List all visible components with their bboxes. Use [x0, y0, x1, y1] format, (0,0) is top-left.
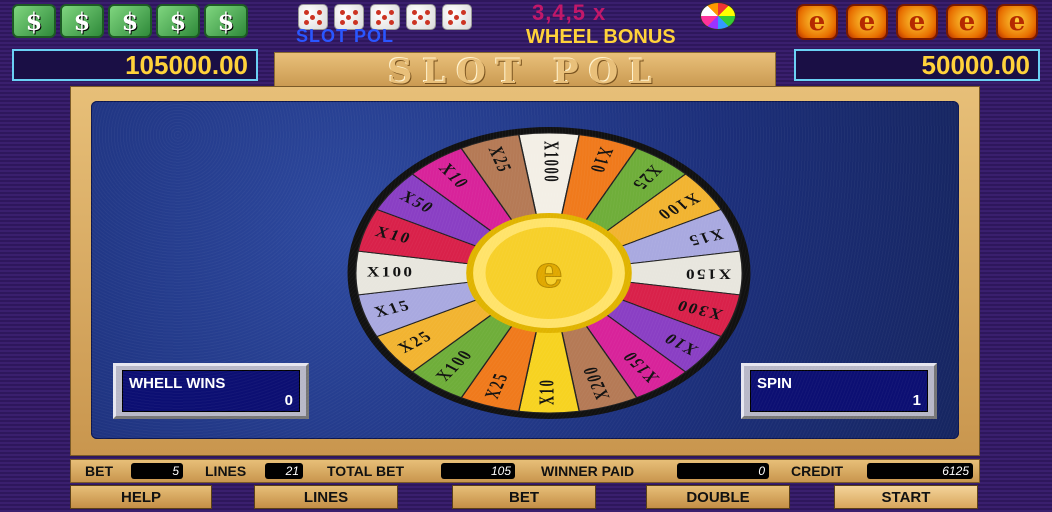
spin-screen: SPIN 1: [750, 370, 928, 412]
wheel-segment-label: X200: [578, 364, 615, 402]
game-frame: X1000 X10 X25 X100 X15 X150 X300 X10 X150 X200 X10…: [70, 86, 980, 456]
wheel-segment: [548, 272, 723, 373]
wheel-segment-label: X10: [536, 378, 559, 405]
cash-icon: $: [204, 4, 248, 38]
wheel-wins-screen: WHELL WINS 0: [122, 370, 300, 412]
wheel-segment-label: X1000: [539, 141, 562, 183]
status-bar: BET 5 LINES 21 TOTAL BET 105 WINNER PAID…: [70, 459, 980, 483]
bet-button[interactable]: BET: [452, 485, 596, 509]
wheel-hub-ring: [466, 213, 632, 333]
hub-e-icon: e: [535, 247, 563, 298]
wheel-segment-label: X100: [652, 190, 704, 224]
wheel-segment: [548, 272, 638, 412]
wheel-segment: [548, 272, 741, 338]
spin-panel: SPIN 1: [741, 363, 937, 419]
wheel-hub-inner: [485, 227, 613, 319]
cash-icon: $: [12, 4, 56, 38]
game-board: X1000 X10 X25 X100 X15 X150 X300 X10 X150 X200 X10…: [91, 101, 959, 439]
mini-wheel-icon: [700, 2, 736, 30]
wheel-segment-label: X100: [431, 346, 478, 384]
top-bar: $ $ $ $ $ SLOT POL 3,4,5 x WHEEL BONUS e…: [0, 0, 1052, 48]
credit-value: 6125: [867, 463, 973, 479]
wheel-segment: [517, 132, 581, 274]
total-bet-value: 105: [441, 463, 515, 479]
wheel-segment: [548, 134, 638, 274]
left-balance-display: 105000.00: [12, 49, 258, 81]
wheel-segment-label: X150: [617, 348, 664, 386]
wheel-rim: [347, 127, 751, 419]
lines-button[interactable]: LINES: [254, 485, 398, 509]
winner-paid-value: 0: [677, 463, 769, 479]
wheel-segment: [357, 272, 550, 338]
wheel-segment-label: X10: [585, 145, 618, 175]
wheel-segment: [548, 208, 741, 274]
total-bet-label: TOTAL BET: [327, 463, 404, 479]
winner-paid-label: WINNER PAID: [541, 463, 635, 479]
wheel-segment-label: X15: [372, 297, 414, 321]
wheel-segment: [411, 272, 550, 399]
wheel-segment: [548, 147, 687, 274]
bet-label: BET: [85, 463, 113, 479]
wheel-segment: [548, 272, 687, 399]
wheel-segment: [375, 173, 550, 274]
wheel-segment-label: X25: [393, 327, 437, 357]
slot-pol-small-logo: SLOT POL: [296, 26, 394, 46]
spin-value: 1: [912, 392, 921, 409]
wheel-segment: [411, 147, 550, 274]
wheel-multiplier-text: 3,4,5 x: [532, 0, 607, 25]
wheel-hub: [473, 218, 625, 328]
bet-value: 5: [131, 463, 183, 479]
wheel-segment: [355, 250, 550, 296]
cash-icon-row: $ $ $ $ $: [12, 4, 248, 38]
wheel-segment-label: X25: [627, 162, 667, 193]
wheel-segment: [548, 173, 723, 274]
bonus-wheel[interactable]: X1000 X10X25X100X15X150X300X10X150X200X10…: [343, 123, 755, 423]
wheel-segment-label: X25: [480, 370, 513, 400]
wheel-segment-label: X25: [484, 144, 517, 174]
wheel-segment: [375, 272, 550, 373]
wheel-wins-value: 0: [284, 392, 293, 409]
e-badge-icon: e: [946, 4, 988, 40]
wheel-segment-label: X15: [684, 225, 726, 249]
right-balance-display: 50000.00: [794, 49, 1040, 81]
wheel-segment-label: X10: [373, 223, 415, 247]
e-badge-icon: e: [996, 4, 1038, 40]
help-button[interactable]: HELP: [70, 485, 212, 509]
cash-icon: $: [60, 4, 104, 38]
cash-icon: $: [156, 4, 200, 38]
wheel-segment: [460, 134, 550, 274]
wheel-segment-label: X300: [673, 296, 725, 322]
dice-icon: [442, 4, 472, 30]
wheel-bonus-text: WHEEL BONUS: [526, 26, 676, 48]
wheel-segment-label: X10: [434, 160, 474, 191]
lines-label: LINES: [205, 463, 247, 479]
e-badge-icon: e: [896, 4, 938, 40]
start-button[interactable]: START: [834, 485, 978, 509]
wheel-segment: [357, 208, 550, 274]
wheel-wins-panel: WHELL WINS 0: [113, 363, 309, 419]
lines-value: 21: [265, 463, 303, 479]
wheel-segment-label: X100: [367, 264, 415, 280]
double-button[interactable]: DOUBLE: [646, 485, 790, 509]
wheel-segment: [517, 272, 581, 414]
wheel-segment-label: X50: [396, 187, 440, 217]
wheel-segment-label: X10: [658, 329, 702, 359]
wheel-wins-label: WHELL WINS: [129, 375, 226, 392]
wheel-segment: [548, 250, 743, 296]
credit-label: CREDIT: [791, 463, 844, 479]
cash-icon: $: [108, 4, 152, 38]
dice-icon: [406, 4, 436, 30]
e-icon-row: e e e e e: [796, 4, 1038, 40]
e-badge-icon: e: [846, 4, 888, 40]
spin-label: SPIN: [757, 375, 793, 392]
e-badge-icon: e: [796, 4, 838, 40]
wheel-segment: [460, 272, 550, 412]
wheel-segment-label: X150: [684, 266, 732, 282]
